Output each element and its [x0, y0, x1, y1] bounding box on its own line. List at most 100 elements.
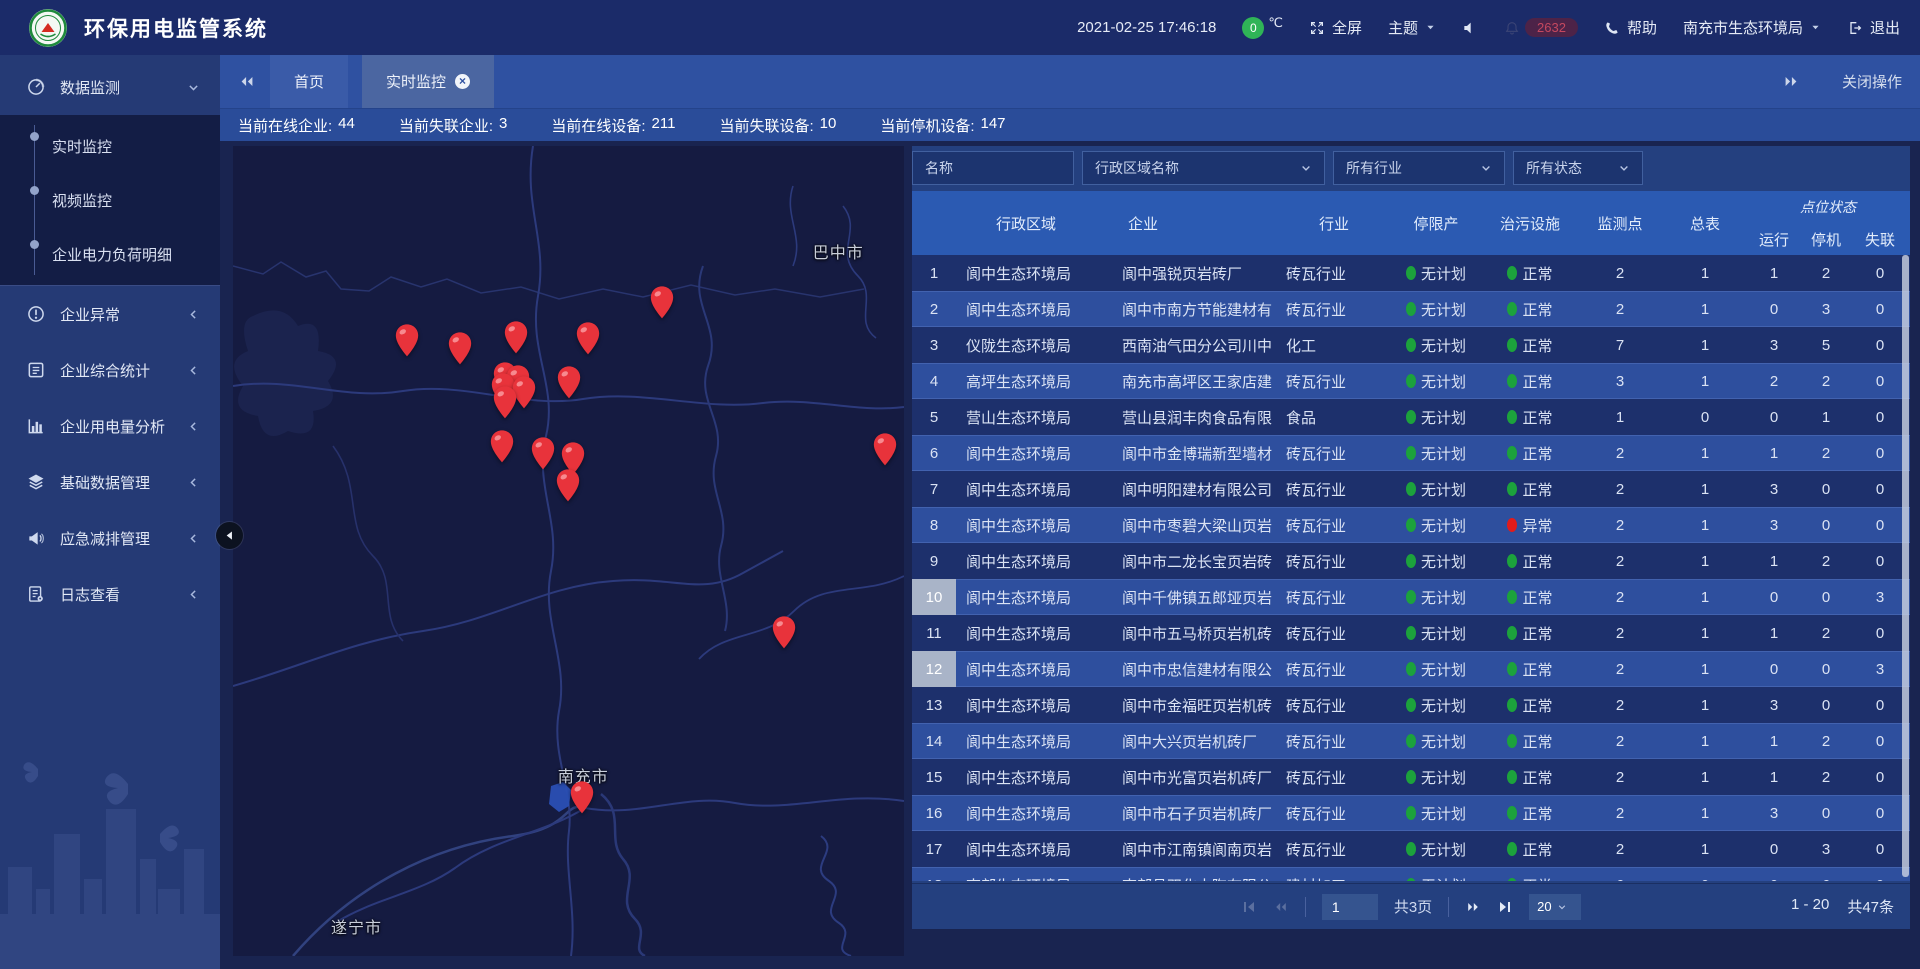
table-row[interactable]: 8 阆中生态环境局 阆中市枣碧大梁山页岩 砖瓦行业 无计划 异常 2 1 3 0… [912, 507, 1910, 543]
map[interactable]: 巴中市南充市遂宁市 [233, 146, 904, 956]
logout-button[interactable]: 退出 [1847, 17, 1900, 38]
cell-lost: 0 [1852, 543, 1908, 579]
table-row[interactable]: 5 营山生态环境局 营山县润丰肉食品有限 食品 无计划 正常 1 0 0 1 0 [912, 399, 1910, 435]
chevron-icon [187, 420, 200, 433]
cell-industry: 砖瓦行业 [1278, 507, 1390, 543]
table-row[interactable]: 12 阆中生态环境局 阆中市忠信建材有限公 砖瓦行业 无计划 正常 2 1 0 … [912, 651, 1910, 687]
status-dot-icon [1507, 266, 1517, 280]
sidebar-group[interactable]: 企业异常 [0, 286, 220, 342]
cell-lost: 0 [1852, 255, 1908, 291]
org-dropdown[interactable]: 南充市生态环境局 [1683, 17, 1821, 38]
sidebar-collapse-button[interactable] [216, 522, 243, 549]
sidebar: 数据监测 实时监控 视频监控 企业电力负荷明细 企业异常 企业综合统计 企业用电… [0, 55, 220, 969]
sound-button[interactable] [1462, 20, 1478, 36]
close-icon[interactable]: × [455, 74, 470, 89]
sidebar-subitem[interactable]: 实时监控 [0, 119, 220, 173]
industry-filter-select[interactable]: 所有行业 [1333, 151, 1505, 185]
map-pin[interactable] [489, 429, 515, 463]
sidebar-group[interactable]: 应急减排管理 [0, 510, 220, 566]
map-pin[interactable] [649, 285, 675, 319]
sidebar-group[interactable]: 企业用电量分析 [0, 398, 220, 454]
cell-region: 营山生态环境局 [956, 399, 1106, 435]
next-page-icon[interactable] [1465, 899, 1481, 915]
fullscreen-button[interactable]: 全屏 [1309, 17, 1362, 38]
notifications-button[interactable]: 2632 [1504, 18, 1578, 37]
sidebar-subitem[interactable]: 视频监控 [0, 173, 220, 227]
status-dot-icon [1406, 518, 1416, 532]
table-row[interactable]: 11 阆中生态环境局 阆中市五马桥页岩机砖 砖瓦行业 无计划 正常 2 1 1 … [912, 615, 1910, 651]
region-filter-select[interactable]: 行政区域名称 [1082, 151, 1325, 185]
first-page-icon[interactable] [1241, 899, 1257, 915]
table-row[interactable]: 1 阆中生态环境局 阆中强锐页岩砖厂 砖瓦行业 无计划 正常 2 1 1 2 0 [912, 255, 1910, 291]
map-pin[interactable] [530, 437, 556, 471]
table-row[interactable]: 13 阆中生态环境局 阆中市金福旺页岩机砖 砖瓦行业 无计划 正常 2 1 3 … [912, 687, 1910, 723]
sidebar-subitem[interactable]: 企业电力负荷明细 [0, 227, 220, 281]
table-scrollbar[interactable] [1902, 255, 1909, 877]
table-row[interactable]: 4 高坪生态环境局 南充市高坪区王家店建 砖瓦行业 无计划 正常 3 1 2 2… [912, 363, 1910, 399]
map-pin[interactable] [569, 780, 595, 814]
tab-home[interactable]: 首页 [270, 55, 348, 108]
city-skyline-decoration [0, 739, 220, 969]
cell-industry: 砖瓦行业 [1278, 795, 1390, 831]
table-row[interactable]: 15 阆中生态环境局 阆中市光富页岩机砖厂 砖瓦行业 无计划 正常 2 1 1 … [912, 759, 1910, 795]
table-row[interactable]: 16 阆中生态环境局 阆中市石子页岩机砖厂 砖瓦行业 无计划 正常 2 1 3 … [912, 795, 1910, 831]
map-pin[interactable] [492, 386, 518, 420]
last-page-icon[interactable] [1497, 899, 1513, 915]
cell-index: 7 [912, 471, 956, 507]
map-pin[interactable] [394, 323, 420, 357]
tab-realtime-monitor[interactable]: 实时监控 × [362, 55, 494, 108]
name-filter-input[interactable] [912, 151, 1074, 185]
cell-run: 3 [1748, 327, 1800, 363]
cell-index: 3 [912, 327, 956, 363]
menu-icon [26, 528, 46, 548]
cell-company: 阆中市南方节能建材有 [1106, 291, 1278, 327]
map-pin[interactable] [503, 321, 529, 355]
table-row[interactable]: 18 南部生态环境局 南部县双化土陶有限公 建材加工 无计划 正常 6 0 0 … [912, 867, 1910, 881]
status-filter-select[interactable]: 所有状态 [1513, 151, 1643, 185]
table-row[interactable]: 6 阆中生态环境局 阆中市金博瑞新型墙材 砖瓦行业 无计划 正常 2 1 1 2… [912, 435, 1910, 471]
bullet-icon [30, 240, 39, 249]
close-operations-button[interactable]: 关闭操作 [1842, 71, 1902, 92]
monitor-panel: 行政区域名称 所有行业 所有状态 [912, 146, 1910, 929]
menu-icon [26, 416, 46, 436]
fullscreen-icon [1309, 20, 1325, 36]
table-row[interactable]: 17 阆中生态环境局 阆中市江南镇阆南页岩 砖瓦行业 无计划 正常 2 1 0 … [912, 831, 1910, 867]
bullet-icon [30, 186, 39, 195]
sidebar-group[interactable]: 企业综合统计 [0, 342, 220, 398]
theme-dropdown[interactable]: 主题 [1388, 17, 1436, 38]
scroll-tabs-right-icon[interactable] [1782, 74, 1800, 89]
table-row[interactable]: 9 阆中生态环境局 阆中市二龙长宝页岩砖 砖瓦行业 无计划 正常 2 1 1 2… [912, 543, 1910, 579]
sidebar-group[interactable]: 日志查看 [0, 566, 220, 622]
scroll-tabs-left-icon[interactable] [238, 74, 256, 89]
cell-index: 9 [912, 543, 956, 579]
cell-points: 2 [1578, 831, 1662, 867]
menu-icon [26, 584, 46, 604]
bullet-icon [30, 132, 39, 141]
prev-page-icon[interactable] [1273, 899, 1289, 915]
cell-meter: 1 [1662, 543, 1748, 579]
map-pin[interactable] [771, 616, 797, 650]
cell-index: 16 [912, 795, 956, 831]
map-pin[interactable] [555, 468, 581, 502]
triangle-left-icon [223, 529, 236, 542]
table-row[interactable]: 7 阆中生态环境局 阆中明阳建材有限公司 砖瓦行业 无计划 正常 2 1 3 0… [912, 471, 1910, 507]
help-button[interactable]: 帮助 [1604, 17, 1657, 38]
stat-item: 当前失联设备:10 [719, 115, 836, 136]
page-size-select[interactable]: 20 [1529, 894, 1581, 920]
sidebar-group[interactable]: 基础数据管理 [0, 454, 220, 510]
table-row[interactable]: 3 仪陇生态环境局 西南油气田分公司川中 化工 无计划 正常 7 1 3 5 0 [912, 327, 1910, 363]
table-row[interactable]: 14 阆中生态环境局 阆中大兴页岩机砖厂 砖瓦行业 无计划 正常 2 1 1 2… [912, 723, 1910, 759]
map-pin[interactable] [872, 432, 898, 466]
map-pin[interactable] [447, 331, 473, 365]
cell-industry: 砖瓦行业 [1278, 435, 1390, 471]
map-pin[interactable] [575, 322, 601, 356]
sidebar-group[interactable]: 数据监测 [0, 59, 220, 115]
page-input[interactable] [1322, 894, 1378, 920]
stat-value: 147 [981, 115, 1006, 136]
table-row[interactable]: 10 阆中生态环境局 阆中千佛镇五郎垭页岩 砖瓦行业 无计划 正常 2 1 0 … [912, 579, 1910, 615]
map-pin[interactable] [556, 365, 582, 399]
table-row[interactable]: 2 阆中生态环境局 阆中市南方节能建材有 砖瓦行业 无计划 正常 2 1 0 3… [912, 291, 1910, 327]
sidebar-group-label: 企业综合统计 [60, 360, 187, 381]
cell-industry: 砖瓦行业 [1278, 723, 1390, 759]
col-header-point-status-group: 点位状态 [1748, 191, 1908, 223]
